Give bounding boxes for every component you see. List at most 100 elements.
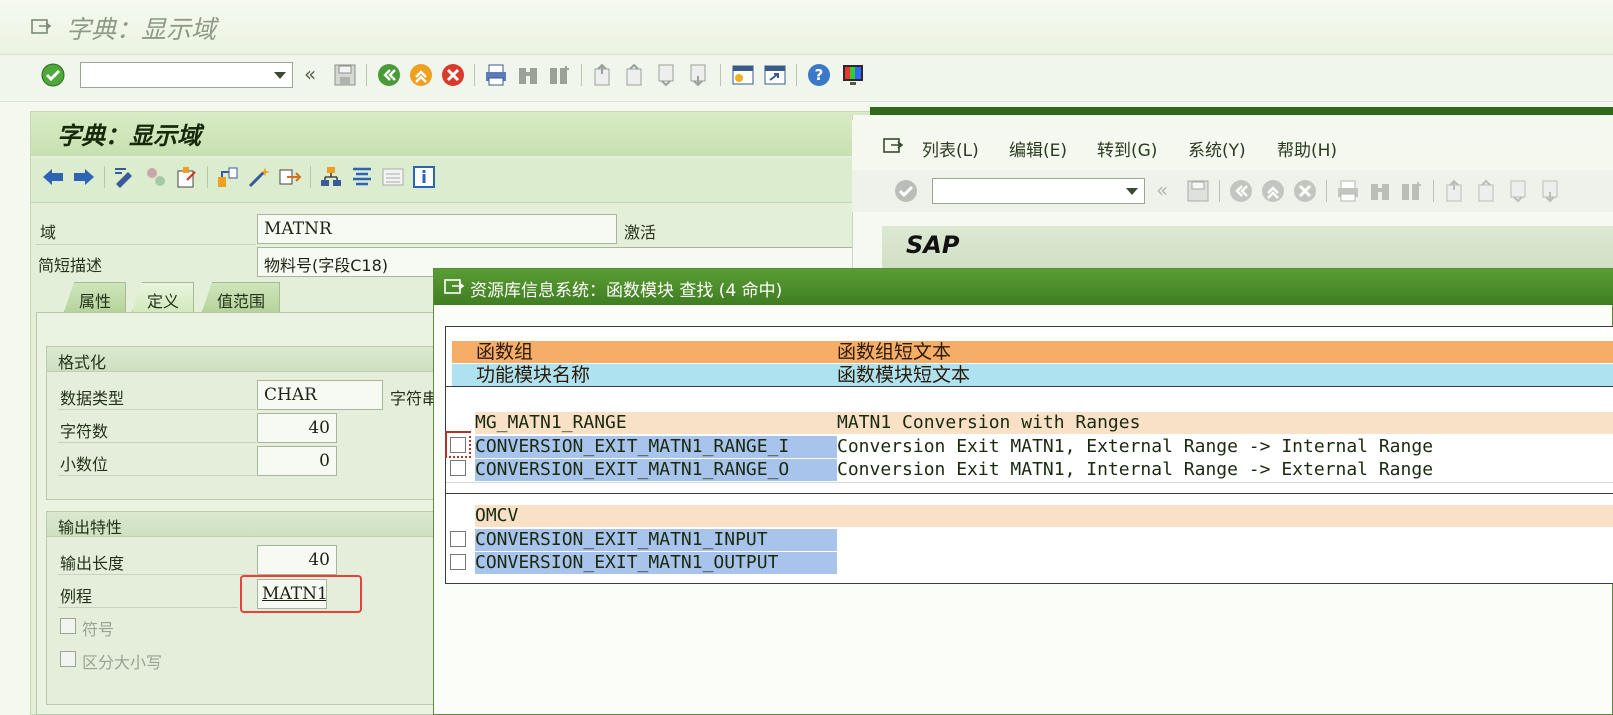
arrow-right-icon[interactable] xyxy=(71,164,97,190)
hierarchy-icon[interactable] xyxy=(318,164,344,190)
menu-list[interactable]: 列表(L) xyxy=(922,136,979,161)
next-page-icon[interactable] xyxy=(654,62,680,88)
first-page-icon[interactable] xyxy=(1442,178,1468,204)
last-page-icon[interactable] xyxy=(686,62,712,88)
window-menu-icon[interactable] xyxy=(443,276,465,298)
row-divider xyxy=(446,482,1613,483)
menu-system[interactable]: 系统(Y) xyxy=(1188,136,1246,161)
command-field[interactable] xyxy=(80,62,293,88)
app-titlebar xyxy=(0,0,1613,55)
menu-edit[interactable]: 编辑(E) xyxy=(1009,136,1067,161)
back-icon[interactable] xyxy=(1228,178,1254,204)
previous-page-icon[interactable] xyxy=(622,62,648,88)
data-type-label: 数据类型 xyxy=(60,389,125,408)
list-view-icon[interactable] xyxy=(380,164,406,190)
dialog-title: 资源库信息系统：函数模块 查找 (4 命中) xyxy=(470,281,783,301)
domain-status: 激活 xyxy=(624,223,657,242)
cancel-icon[interactable] xyxy=(440,62,466,88)
exit-icon[interactable] xyxy=(1260,178,1286,204)
tab-definition[interactable]: 定义 xyxy=(132,282,195,312)
menu-goto[interactable]: 转到(G) xyxy=(1097,136,1157,161)
case-sensitive-checkbox[interactable] xyxy=(60,651,76,667)
enter-check-icon[interactable] xyxy=(893,178,919,204)
save-icon[interactable] xyxy=(1185,178,1211,204)
create-session-icon[interactable] xyxy=(730,62,756,88)
toolbar-separator xyxy=(1326,180,1327,202)
chars-field[interactable]: 40 xyxy=(257,413,337,443)
focus-indicator xyxy=(445,431,471,458)
toolbar-separator xyxy=(207,166,208,188)
function-module-name[interactable]: CONVERSION_EXIT_MATN1_INPUT xyxy=(475,529,837,551)
last-page-icon[interactable] xyxy=(1538,178,1564,204)
help-icon[interactable]: ? xyxy=(806,62,832,88)
first-page-icon[interactable] xyxy=(590,62,616,88)
output-length-label: 输出长度 xyxy=(60,554,125,573)
print-icon[interactable] xyxy=(1335,178,1361,204)
function-module-name[interactable]: CONVERSION_EXIT_MATN1_RANGE_I xyxy=(475,436,837,458)
tab-attributes[interactable]: 属性 xyxy=(64,282,127,312)
row-checkbox[interactable] xyxy=(450,460,466,476)
double-chevron-left-icon[interactable]: « xyxy=(304,62,316,86)
activate-icon[interactable] xyxy=(143,164,169,190)
output-group-title: 输出特性 xyxy=(58,518,123,537)
function-module-name[interactable]: CONVERSION_EXIT_MATN1_RANGE_O xyxy=(475,459,837,481)
transport-icon[interactable] xyxy=(277,164,303,190)
shortcut-icon[interactable] xyxy=(762,62,788,88)
function-module-text xyxy=(837,529,1613,551)
function-module-text: Conversion Exit MATN1, Internal Range ->… xyxy=(837,459,1613,481)
chevron-down-icon[interactable] xyxy=(1126,188,1138,195)
sign-checkbox[interactable] xyxy=(60,618,76,634)
function-module-text xyxy=(837,552,1613,574)
output-length-field[interactable]: 40 xyxy=(257,545,337,575)
magic-wand-icon[interactable] xyxy=(246,164,272,190)
sap-command-field[interactable] xyxy=(932,178,1145,204)
find-next-icon[interactable] xyxy=(547,62,573,88)
sap-title: SAP xyxy=(906,231,960,259)
save-icon[interactable] xyxy=(332,62,358,88)
row-divider xyxy=(58,607,238,608)
other-object-icon[interactable] xyxy=(174,164,200,190)
documentation-icon[interactable] xyxy=(349,164,375,190)
menu-help[interactable]: 帮助(H) xyxy=(1277,136,1337,161)
decimals-field[interactable]: 0 xyxy=(257,446,337,476)
row-divider xyxy=(58,475,256,476)
toolbar-separator xyxy=(1219,180,1220,202)
where-used-icon[interactable] xyxy=(215,164,241,190)
print-icon[interactable] xyxy=(483,62,509,88)
double-chevron-left-icon[interactable]: « xyxy=(1156,178,1168,202)
find-icon[interactable] xyxy=(1367,178,1393,204)
next-page-icon[interactable] xyxy=(1506,178,1532,204)
customize-layout-icon[interactable] xyxy=(840,62,866,88)
function-module-name[interactable]: CONVERSION_EXIT_MATN1_OUTPUT xyxy=(475,552,837,574)
info-icon[interactable] xyxy=(411,164,437,190)
toolbar-separator xyxy=(310,166,311,188)
enter-check-icon[interactable] xyxy=(40,62,66,88)
sap-title-bar xyxy=(882,226,1613,270)
find-icon[interactable] xyxy=(515,62,541,88)
data-type-desc: 字符串 xyxy=(390,389,439,408)
window-menu-icon[interactable] xyxy=(882,135,904,157)
toolbar-separator xyxy=(720,64,721,86)
cancel-icon[interactable] xyxy=(1292,178,1318,204)
panel-title: 字典：显示域 xyxy=(57,121,201,150)
chevron-down-icon[interactable] xyxy=(274,72,286,79)
display-change-icon[interactable] xyxy=(112,164,138,190)
exit-icon[interactable] xyxy=(408,62,434,88)
previous-page-icon[interactable] xyxy=(1474,178,1500,204)
window-menu-icon[interactable] xyxy=(30,16,52,38)
arrow-left-icon[interactable] xyxy=(40,164,66,190)
group-text xyxy=(837,505,1597,527)
domain-field[interactable]: MATNR xyxy=(257,214,617,244)
sap-window-topbar xyxy=(870,107,1613,115)
toolbar-separator xyxy=(581,64,582,86)
routine-label: 例程 xyxy=(60,587,93,606)
row-checkbox[interactable] xyxy=(450,554,466,570)
toolbar-separator xyxy=(366,64,367,86)
short-desc-label: 简短描述 xyxy=(38,256,103,275)
find-next-icon[interactable] xyxy=(1399,178,1425,204)
row-checkbox[interactable] xyxy=(450,531,466,547)
tab-value-range[interactable]: 值范围 xyxy=(202,282,281,312)
back-icon[interactable] xyxy=(376,62,402,88)
group-divider xyxy=(446,493,1613,494)
data-type-field[interactable]: CHAR xyxy=(257,380,383,410)
